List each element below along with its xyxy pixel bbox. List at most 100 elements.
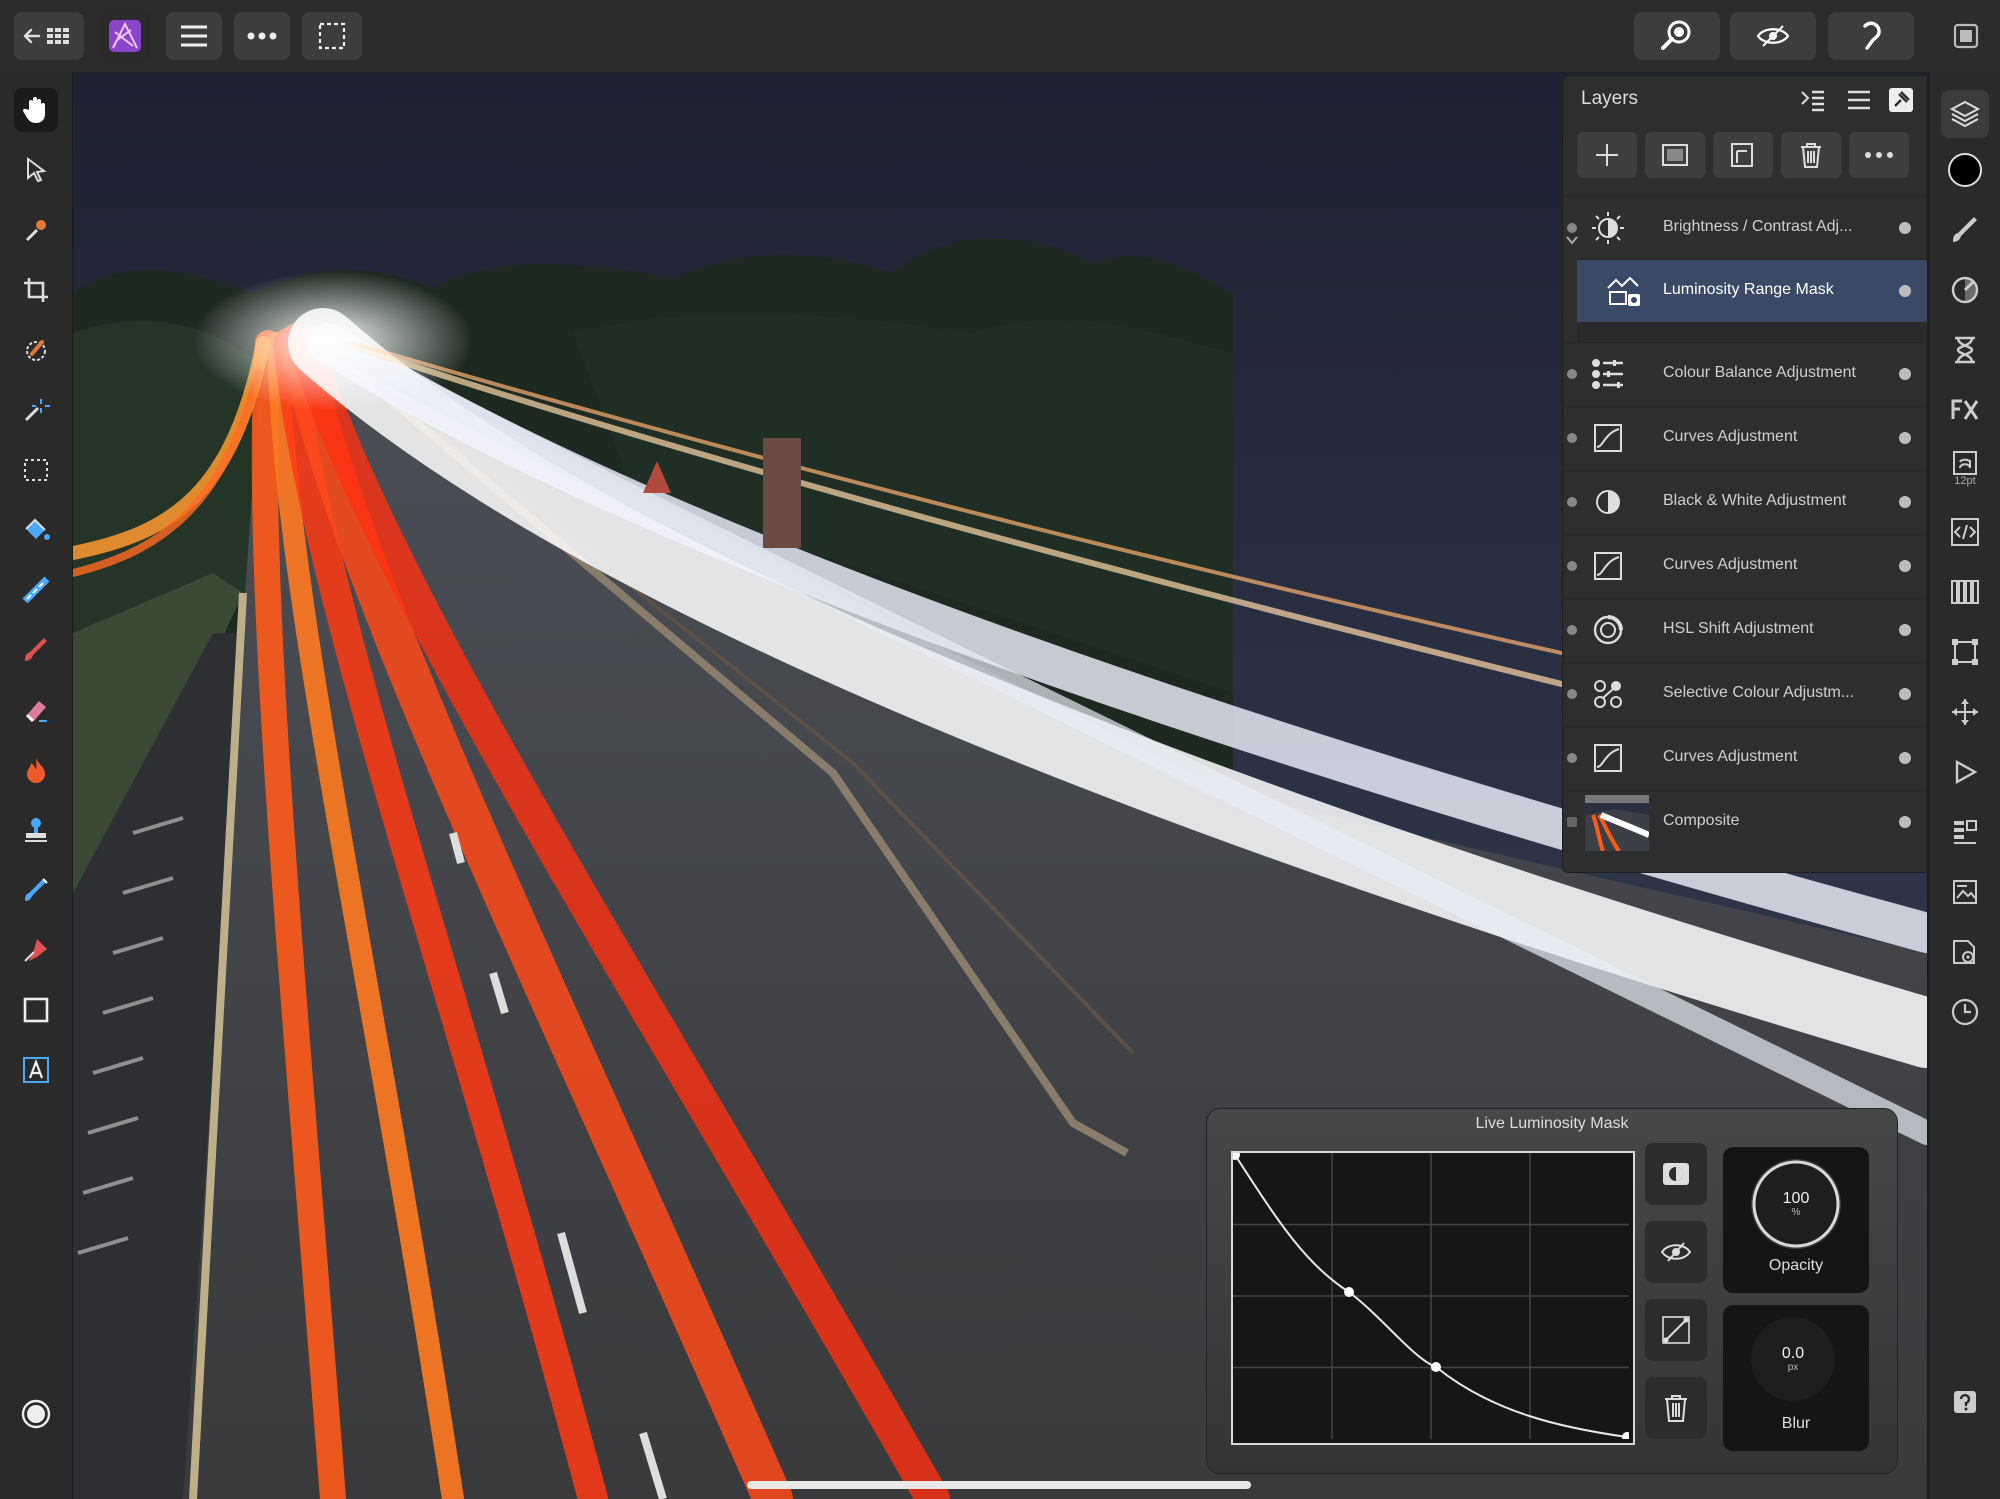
gradient-tool[interactable] <box>14 568 58 612</box>
layer-row[interactable]: Selective Colour Adjustm... <box>1563 662 1927 726</box>
rectangular-marquee-tool[interactable] <box>14 448 58 492</box>
erase-brush-tool[interactable] <box>14 688 58 732</box>
layer-visibility-dot[interactable] <box>1899 432 1911 444</box>
selection-brush-tool[interactable] <box>14 328 58 372</box>
channels-bars-icon <box>1951 580 1979 604</box>
document-icon <box>1953 23 1979 49</box>
layer-row[interactable]: Colour Balance Adjustment <box>1563 342 1927 406</box>
curve-point[interactable] <box>1344 1287 1354 1297</box>
layer-visibility-toggle[interactable] <box>1567 433 1577 443</box>
color-picker-tool[interactable] <box>14 208 58 252</box>
layer-visibility-dot[interactable] <box>1899 624 1911 636</box>
preview-mask-button[interactable] <box>1645 1221 1707 1283</box>
navigator-studio-button[interactable] <box>1941 688 1989 736</box>
document-button[interactable] <box>1950 20 1982 52</box>
photo-persona-button[interactable] <box>100 12 150 60</box>
settings-studio-button[interactable] <box>1941 928 1989 976</box>
channels-studio-button[interactable] <box>1941 568 1989 616</box>
move-arrows-icon <box>1952 699 1978 725</box>
opacity-control[interactable]: 100 % Opacity <box>1723 1147 1869 1293</box>
snapping-button[interactable] <box>1828 12 1914 60</box>
chevron-down-icon[interactable] <box>1565 235 1579 245</box>
main-menu-button[interactable] <box>166 12 222 60</box>
add-mask-button[interactable] <box>1645 132 1705 178</box>
library-studio-button[interactable] <box>1941 808 1989 856</box>
healing-brush-tool[interactable] <box>14 868 58 912</box>
layers-studio-button[interactable] <box>1941 90 1989 138</box>
layer-options-button[interactable] <box>1849 132 1909 178</box>
opacity-dial[interactable]: 100 % <box>1751 1159 1841 1249</box>
layer-row[interactable]: Curves Adjustment <box>1563 406 1927 470</box>
colour-studio-button[interactable] <box>1941 146 1989 194</box>
reset-curve-button[interactable] <box>1645 1299 1707 1361</box>
pin-panel-button[interactable] <box>1887 86 1915 114</box>
magic-wand-tool[interactable] <box>14 388 58 432</box>
selection-mode-button[interactable] <box>302 12 362 60</box>
paint-brush-tool[interactable] <box>14 628 58 672</box>
layer-visibility-dot[interactable] <box>1899 688 1911 700</box>
home-indicator[interactable] <box>747 1481 1251 1489</box>
layer-row[interactable]: Brightness / Contrast Adj... <box>1563 196 1927 260</box>
more-options-button[interactable] <box>234 12 290 60</box>
layer-visibility-toggle[interactable] <box>1567 817 1577 827</box>
brushes-studio-button[interactable] <box>1941 206 1989 254</box>
layer-visibility-dot[interactable] <box>1899 816 1911 828</box>
view-quality-button[interactable] <box>1730 12 1816 60</box>
back-to-gallery-button[interactable] <box>14 12 84 60</box>
layer-row[interactable]: Curves Adjustment <box>1563 534 1927 598</box>
layer-row[interactable]: Black & White Adjustment <box>1563 470 1927 534</box>
layer-visibility-toggle[interactable] <box>1567 753 1577 763</box>
layer-visibility-dot[interactable] <box>1899 560 1911 572</box>
layer-visibility-toggle[interactable] <box>1567 625 1577 635</box>
layer-visibility-toggle[interactable] <box>1567 689 1577 699</box>
zoom-button[interactable] <box>1634 12 1720 60</box>
layer-visibility-dot[interactable] <box>1899 496 1911 508</box>
layer-row[interactable]: Curves Adjustment <box>1563 726 1927 790</box>
delete-layer-button[interactable] <box>1781 132 1841 178</box>
flood-fill-tool[interactable] <box>14 508 58 552</box>
layer-row-selected[interactable]: Luminosity Range Mask <box>1577 259 1927 323</box>
clock-studio-button[interactable] <box>1941 988 1989 1036</box>
selection-brush-icon <box>26 340 46 361</box>
clone-stamp-tool[interactable] <box>14 808 58 852</box>
fx-studio-button[interactable] <box>1941 386 1989 434</box>
color-mode-button[interactable] <box>14 1392 58 1436</box>
pen-tool[interactable] <box>14 928 58 972</box>
blur-control[interactable]: 0.0 px Blur <box>1723 1305 1869 1451</box>
blur-dial[interactable]: 0.0 px <box>1751 1317 1835 1401</box>
layer-visibility-dot[interactable] <box>1899 222 1911 234</box>
group-layers-button[interactable] <box>1713 132 1773 178</box>
rectangle-tool[interactable] <box>14 988 58 1032</box>
curve-point[interactable] <box>1622 1432 1632 1442</box>
stock-studio-button[interactable] <box>1941 868 1989 916</box>
layers-collapse-button[interactable] <box>1799 86 1827 114</box>
layer-visibility-toggle[interactable] <box>1567 497 1577 507</box>
transform-studio-button[interactable] <box>1941 628 1989 676</box>
layer-row[interactable]: Composite <box>1563 790 1927 854</box>
layer-visibility-toggle[interactable] <box>1567 561 1577 571</box>
curve-point[interactable] <box>1431 1362 1441 1372</box>
luminosity-curve-graph[interactable] <box>1230 1150 1635 1445</box>
hand-tool[interactable] <box>14 88 58 132</box>
artistic-text-tool[interactable] <box>14 1048 58 1092</box>
invert-mask-button[interactable] <box>1645 1143 1707 1205</box>
curve-point[interactable] <box>1230 1150 1240 1160</box>
layer-visibility-dot[interactable] <box>1899 285 1911 297</box>
layers-menu-button[interactable] <box>1845 86 1873 114</box>
layer-visibility-toggle[interactable] <box>1567 369 1577 379</box>
character-studio-button[interactable]: 12pt <box>1941 444 1989 492</box>
layer-visibility-dot[interactable] <box>1899 368 1911 380</box>
crop-tool[interactable] <box>14 268 58 312</box>
help-button[interactable] <box>1941 1378 1989 1426</box>
layer-visibility-toggle[interactable] <box>1567 223 1577 233</box>
add-layer-button[interactable] <box>1577 132 1637 178</box>
layer-visibility-dot[interactable] <box>1899 752 1911 764</box>
dodge-tool[interactable] <box>14 748 58 792</box>
macro-studio-button[interactable] <box>1941 748 1989 796</box>
history-studio-button[interactable] <box>1941 326 1989 374</box>
adjustments-studio-button[interactable] <box>1941 266 1989 314</box>
delete-point-button[interactable] <box>1645 1377 1707 1439</box>
layer-row[interactable]: HSL Shift Adjustment <box>1563 598 1927 662</box>
move-tool[interactable] <box>14 148 58 192</box>
code-studio-button[interactable] <box>1941 508 1989 556</box>
